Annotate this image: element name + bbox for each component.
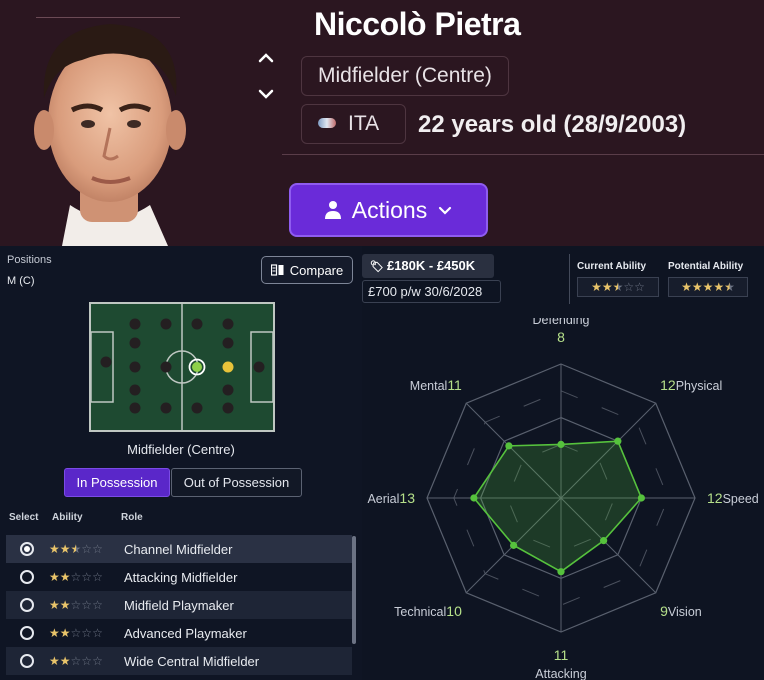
select-column-header: Select bbox=[9, 512, 39, 523]
position-pill: Midfielder (Centre) bbox=[301, 56, 509, 96]
role-ability-stars: ★★☆☆☆ bbox=[49, 598, 103, 612]
attribute-radar-chart: Defending 8 12Physical 12Speed 9Vision Attack… bbox=[367, 318, 759, 680]
player-header: Niccolò Pietra Midfielder (Centre) ITA 2… bbox=[0, 0, 764, 246]
potential-ability-label: Potential Ability bbox=[668, 261, 744, 272]
positions-panel: Positions M (C) Compare Midfielder (Cent… bbox=[0, 246, 362, 680]
radar-label-attacking: Attacking bbox=[535, 667, 586, 680]
role-name: Advanced Playmaker bbox=[124, 625, 247, 641]
role-row[interactable]: ★★★☆☆ Channel Midfielder bbox=[6, 535, 352, 563]
radar-label-mental: Mental11 bbox=[410, 377, 462, 393]
wage-expiry: £700 p/w 30/6/2028 bbox=[362, 280, 501, 303]
ability-column-header: Ability bbox=[52, 512, 83, 523]
player-name: Niccolò Pietra bbox=[314, 6, 521, 42]
tab-in-possession[interactable]: In Possession bbox=[64, 468, 170, 497]
player-photo bbox=[0, 0, 252, 246]
current-ability-stars: ★★★☆☆ bbox=[577, 277, 659, 297]
transfer-value: 🏷︎ £180K - £450K bbox=[362, 254, 494, 278]
compare-label: Compare bbox=[289, 262, 344, 278]
actions-button[interactable]: Actions bbox=[289, 183, 488, 237]
radar-point bbox=[470, 494, 478, 502]
radar-value-attacking: 11 bbox=[554, 647, 569, 663]
radar-point bbox=[557, 440, 565, 448]
chevron-down-icon bbox=[439, 206, 452, 215]
role-row[interactable]: ★★☆☆☆ Attacking Midfielder bbox=[6, 563, 352, 591]
role-radio[interactable] bbox=[20, 598, 34, 612]
radar-point bbox=[505, 442, 513, 450]
positions-value: M (C) bbox=[7, 275, 35, 287]
player-portrait bbox=[34, 24, 186, 246]
next-player-icon[interactable] bbox=[256, 84, 276, 104]
radar-label-defending: Defending bbox=[533, 318, 590, 327]
positions-label: Positions bbox=[7, 254, 52, 266]
tag-icon: 🏷︎ bbox=[370, 261, 384, 273]
radar-label-aerial: Aerial13 bbox=[367, 490, 415, 506]
role-row[interactable]: ★★☆☆☆ Wide Central Midfielder bbox=[6, 647, 352, 675]
role-name: Channel Midfielder bbox=[124, 541, 233, 557]
compare-button[interactable]: Compare bbox=[261, 256, 353, 284]
nationality-pill: ITA bbox=[301, 104, 406, 144]
person-icon bbox=[324, 201, 341, 219]
radar-point bbox=[614, 437, 622, 445]
radar-label-vision: 9Vision bbox=[660, 603, 702, 619]
role-name: Midfield Playmaker bbox=[124, 597, 234, 613]
actions-label: Actions bbox=[351, 196, 428, 223]
radar-label-speed: 12Speed bbox=[707, 490, 759, 506]
role-radio[interactable] bbox=[20, 626, 34, 640]
radar-value-area bbox=[472, 440, 643, 573]
info-divider bbox=[569, 254, 570, 304]
pitch-diagram bbox=[89, 302, 275, 432]
role-ability-stars: ★★☆☆☆ bbox=[49, 626, 103, 640]
previous-player-icon[interactable] bbox=[256, 48, 276, 68]
role-ability-stars: ★★☆☆☆ bbox=[49, 570, 103, 584]
tab-out-of-possession[interactable]: Out of Possession bbox=[171, 468, 302, 497]
role-radio[interactable] bbox=[20, 570, 34, 584]
radar-label-technical: Technical10 bbox=[394, 603, 462, 619]
pitch-caption: Midfielder (Centre) bbox=[127, 442, 235, 457]
nationality-code: ITA bbox=[348, 112, 380, 135]
current-ability-label: Current Ability bbox=[577, 261, 647, 272]
potential-ability-stars: ★★★★★ bbox=[668, 277, 748, 297]
radar-point bbox=[557, 568, 565, 576]
radar-point bbox=[600, 537, 608, 545]
roles-list: ★★★☆☆ Channel Midfielder ★★☆☆☆ Attacking Mi… bbox=[6, 535, 352, 675]
flag-icon bbox=[318, 118, 336, 128]
role-name: Wide Central Midfielder bbox=[124, 653, 260, 669]
role-name: Attacking Midfielder bbox=[124, 569, 238, 585]
radar-value-defending: 8 bbox=[557, 329, 565, 345]
role-column-header: Role bbox=[121, 512, 143, 523]
photo-divider bbox=[36, 17, 180, 18]
roles-scrollbar[interactable] bbox=[352, 536, 356, 644]
role-row[interactable]: ★★☆☆☆ Midfield Playmaker bbox=[6, 591, 352, 619]
role-radio[interactable] bbox=[20, 654, 34, 668]
value-range: £180K - £450K bbox=[386, 258, 476, 273]
radar-point bbox=[510, 541, 518, 549]
role-ability-stars: ★★★☆☆ bbox=[49, 542, 103, 556]
compare-icon bbox=[270, 264, 284, 276]
radar-label-physical: 12Physical bbox=[660, 377, 722, 393]
role-row[interactable]: ★★☆☆☆ Advanced Playmaker bbox=[6, 619, 352, 647]
radar-point bbox=[637, 494, 645, 502]
role-ability-stars: ★★☆☆☆ bbox=[49, 654, 103, 668]
role-radio[interactable] bbox=[20, 542, 34, 556]
age-dob: 22 years old (28/9/2003) bbox=[418, 111, 687, 138]
header-divider bbox=[282, 154, 764, 155]
